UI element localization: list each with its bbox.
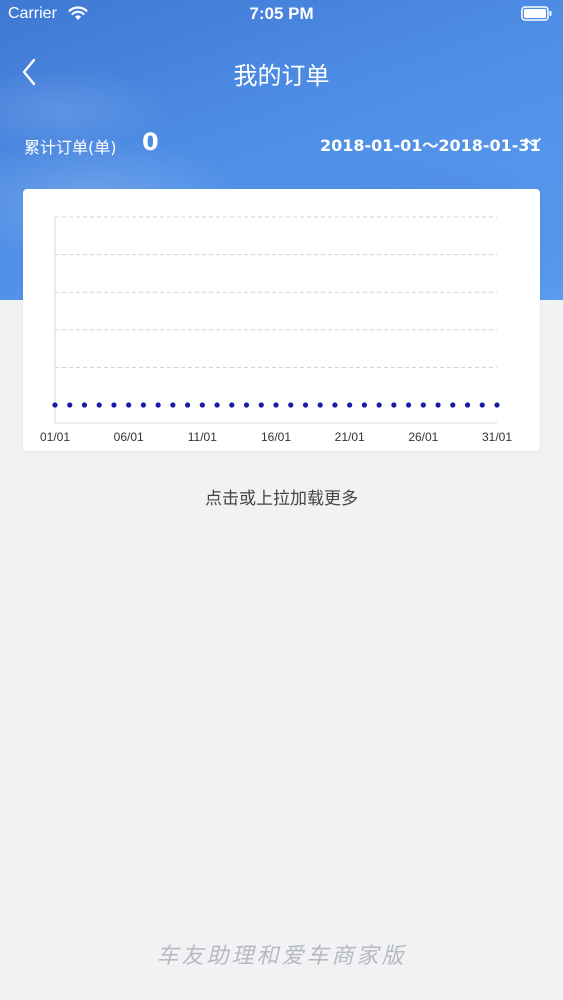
data-point	[479, 402, 485, 408]
data-point	[214, 402, 220, 408]
orders-chart: 01/01 06/01 11/01 16/01 21/01 26/01 31/01	[40, 216, 512, 444]
data-point	[140, 402, 146, 408]
data-point	[229, 402, 235, 408]
total-orders-label: 累计订单(单)	[24, 138, 117, 157]
total-orders-count: 0	[142, 128, 159, 156]
data-point	[302, 402, 309, 408]
data-point	[450, 402, 456, 408]
x-tick-label: 31/01	[482, 430, 512, 444]
status-time: 7:05 PM	[249, 4, 314, 23]
data-point	[155, 402, 161, 408]
x-tick-label: 21/01	[335, 430, 365, 444]
data-point	[273, 402, 279, 408]
data-point	[317, 402, 323, 408]
data-point	[347, 402, 353, 408]
page-title: 我的订单	[233, 62, 330, 90]
x-tick-label: 01/01	[40, 430, 70, 444]
data-point	[494, 402, 500, 408]
data-point	[332, 402, 338, 408]
data-point	[170, 402, 176, 408]
data-point	[258, 402, 264, 408]
data-point	[420, 402, 426, 408]
data-point	[199, 402, 205, 408]
status-bar: Carrier 7:05 PM	[0, 0, 563, 30]
chevron-down-icon	[524, 134, 542, 153]
data-point	[111, 402, 117, 408]
date-range-text: 2018-01-01～2018-01-31	[320, 136, 541, 155]
data-point	[435, 402, 441, 408]
data-point	[288, 402, 294, 408]
data-point	[464, 402, 471, 408]
x-tick-label: 06/01	[114, 430, 144, 444]
data-point	[67, 402, 73, 408]
date-range-selector[interactable]: 2018-01-01～2018-01-31	[320, 132, 544, 156]
data-point	[243, 402, 250, 408]
x-tick-label: 26/01	[408, 430, 438, 444]
data-point	[391, 402, 397, 408]
x-tick-label: 16/01	[261, 430, 291, 444]
data-point	[406, 402, 412, 408]
data-point	[52, 402, 58, 408]
data-point	[361, 402, 367, 408]
x-tick-label: 11/01	[188, 430, 217, 444]
footer-brand-text: 车友助理和爱车商家版	[156, 944, 407, 969]
orders-chart-card: 01/01 06/01 11/01 16/01 21/01 26/01 31/01	[23, 189, 540, 451]
data-point	[126, 402, 132, 408]
load-more-button[interactable]: 点击或上拉加载更多	[0, 484, 563, 509]
data-point	[376, 402, 382, 408]
data-point	[96, 402, 102, 408]
battery-icon	[521, 6, 553, 26]
data-point	[185, 402, 191, 408]
data-point	[81, 402, 88, 408]
